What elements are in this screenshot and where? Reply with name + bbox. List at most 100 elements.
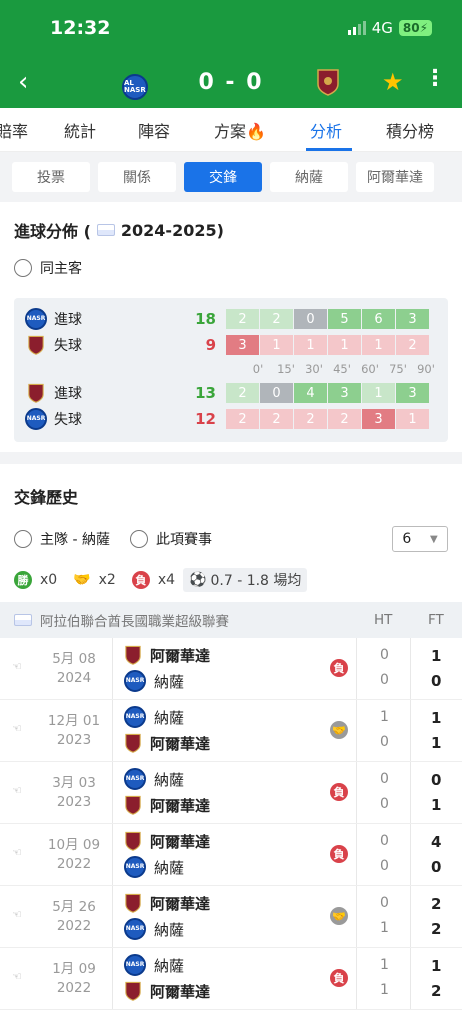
subtab-alwahda[interactable]: 阿爾華達 bbox=[356, 162, 434, 192]
swipe-hand-icon: ☜ bbox=[12, 660, 22, 673]
tab-plans-label: 方案 bbox=[214, 121, 247, 141]
subtab-relation[interactable]: 關係 bbox=[98, 162, 176, 192]
subtab-vote[interactable]: 投票 bbox=[12, 162, 90, 192]
ht-header: HT bbox=[374, 612, 393, 628]
tab-odds[interactable]: 賠率 bbox=[0, 118, 28, 142]
nasr-logo-icon: NASR bbox=[124, 954, 146, 976]
team-home: NASR 納薩 bbox=[124, 706, 184, 728]
ht-score: 0 bbox=[380, 771, 389, 787]
match-row[interactable]: ☜ 5月 08 2024 阿爾華達 NASR 納薩 負 0 0 1 0 bbox=[0, 638, 462, 700]
handshake-icon: 🤝 bbox=[73, 572, 91, 588]
team-away: NASR 納薩 bbox=[124, 918, 184, 940]
avg-goals-value: 0.7 - 1.8 場均 bbox=[210, 573, 302, 589]
home-filter-label[interactable]: 主隊 - 納薩 bbox=[40, 529, 110, 549]
ht-score: 1 bbox=[380, 709, 389, 725]
subtab-h2h[interactable]: 交鋒 bbox=[184, 162, 262, 192]
subtab-nasr[interactable]: 納薩 bbox=[270, 162, 348, 192]
goal-distribution-card: 進球分佈 ( 2024-2025) 同主客 NASR 進球 18 2 2 0 5… bbox=[0, 202, 462, 452]
dist-label: 失球 bbox=[54, 412, 82, 428]
ht-score: 0 bbox=[380, 734, 389, 750]
match-date: 5月 26 2022 bbox=[40, 898, 108, 936]
dist-cell: 1 bbox=[294, 335, 327, 355]
match-date-day: 1月 09 bbox=[52, 961, 96, 977]
same-venue-label: 同主客 bbox=[40, 261, 82, 277]
team-name: 納薩 bbox=[154, 770, 185, 789]
dropdown-arrow-icon: ▼ bbox=[429, 533, 438, 545]
match-date-day: 10月 09 bbox=[47, 837, 101, 853]
match-date-day: 12月 01 bbox=[47, 713, 101, 729]
match-row[interactable]: ☜ 10月 09 2022 阿爾華達 NASR 納薩 負 0 0 4 0 bbox=[0, 824, 462, 886]
competition-filter-label[interactable]: 此項賽事 bbox=[156, 529, 212, 549]
tab-plans[interactable]: 方案🔥 bbox=[214, 118, 266, 142]
dist-cell: 1 bbox=[362, 335, 395, 355]
match-row[interactable]: ☜ 3月 03 2023 NASR 納薩 阿爾華達 負 0 0 0 1 bbox=[0, 762, 462, 824]
match-date-year: 2022 bbox=[56, 918, 92, 934]
tab-stats[interactable]: 統計 bbox=[64, 118, 96, 142]
dist-label: 進球 bbox=[54, 312, 82, 328]
nasr-logo-icon: NASR bbox=[25, 308, 47, 330]
alwahda-logo-icon bbox=[125, 893, 141, 913]
match-date-day: 5月 26 bbox=[52, 899, 96, 915]
nasr-logo-icon: NASR bbox=[25, 408, 47, 430]
team-home: 阿爾華達 bbox=[124, 892, 210, 914]
dist-cell: 0 bbox=[260, 383, 293, 403]
match-date: 1月 09 2022 bbox=[40, 960, 108, 998]
ft-score: 4 bbox=[431, 833, 442, 851]
h2h-summary: 勝 x0 🤝 x2 負 x4 ⚽ 0.7 - 1.8 場均 bbox=[0, 558, 462, 602]
match-date-year: 2024 bbox=[56, 670, 92, 686]
swipe-hand-icon: ☜ bbox=[12, 970, 22, 983]
status-bar: 12:32 4G 80⚡ bbox=[0, 0, 462, 56]
tab-lineup[interactable]: 陣容 bbox=[138, 118, 170, 142]
away-team-logo[interactable] bbox=[316, 68, 340, 100]
avg-goals: ⚽ 0.7 - 1.8 場均 bbox=[183, 568, 308, 592]
network-label: 4G bbox=[371, 19, 393, 37]
tick-label: 90' bbox=[417, 362, 435, 376]
league-header: 阿拉伯聯合酋長國職業超級聯賽 HT FT bbox=[0, 602, 462, 638]
signal-icon bbox=[347, 21, 366, 35]
ft-score: 1 bbox=[431, 796, 442, 814]
loss-result-badge: 負 bbox=[330, 969, 348, 987]
match-date-year: 2022 bbox=[56, 856, 92, 872]
more-menu-icon[interactable]: ⋮ bbox=[424, 66, 446, 91]
radio-icon[interactable] bbox=[14, 530, 32, 548]
back-arrow-icon[interactable]: ‹ bbox=[18, 67, 48, 97]
home-team-logo[interactable]: AL NASR bbox=[122, 70, 148, 100]
dist-cell: 3 bbox=[226, 335, 259, 355]
favorite-star-icon[interactable]: ★ bbox=[382, 68, 404, 96]
active-tab-indicator bbox=[306, 148, 352, 151]
match-row[interactable]: ☜ 12月 01 2023 NASR 納薩 阿爾華達 🤝 1 0 1 1 bbox=[0, 700, 462, 762]
match-date: 12月 01 2023 bbox=[40, 712, 108, 750]
ft-score: 2 bbox=[431, 982, 442, 1000]
match-date: 10月 09 2022 bbox=[40, 836, 108, 874]
team-name: 阿爾華達 bbox=[150, 982, 211, 1001]
dist-cell: 2 bbox=[226, 409, 259, 429]
dist-cell: 2 bbox=[328, 409, 361, 429]
ht-score: 0 bbox=[380, 833, 389, 849]
match-row[interactable]: ☜ 5月 26 2022 阿爾華達 NASR 納薩 🤝 0 1 2 2 bbox=[0, 886, 462, 948]
match-count-select[interactable]: 6 ▼ bbox=[392, 526, 448, 552]
nasr-logo-icon: NASR bbox=[124, 706, 146, 728]
tick-label: 45' bbox=[333, 362, 351, 376]
fire-icon: 🔥 bbox=[246, 121, 266, 141]
team-name: 納薩 bbox=[154, 672, 185, 691]
match-date: 5月 08 2024 bbox=[40, 650, 108, 688]
swipe-hand-icon: ☜ bbox=[12, 722, 22, 735]
dist-cell: 3 bbox=[362, 409, 395, 429]
dist-cell: 3 bbox=[328, 383, 361, 403]
radio-icon[interactable] bbox=[129, 530, 148, 548]
loss-result-badge: 負 bbox=[330, 783, 348, 801]
ft-score: 0 bbox=[431, 771, 442, 789]
dist-row: NASR 進球 18 2 2 0 5 6 3 bbox=[24, 306, 440, 332]
team-home: 阿爾華達 bbox=[124, 830, 210, 852]
swipe-hand-icon: ☜ bbox=[12, 846, 22, 859]
team-name: 納薩 bbox=[154, 956, 185, 975]
tab-standings[interactable]: 積分榜 bbox=[386, 118, 434, 142]
match-date-day: 3月 03 bbox=[52, 775, 96, 791]
draw-handshake-icon: 🤝 bbox=[330, 721, 348, 739]
ht-score: 1 bbox=[380, 957, 389, 973]
tab-analysis[interactable]: 分析 bbox=[310, 118, 342, 142]
same-venue-toggle[interactable]: 同主客 bbox=[0, 252, 462, 284]
match-date-year: 2023 bbox=[56, 732, 92, 748]
match-row[interactable]: ☜ 1月 09 2022 NASR 納薩 阿爾華達 負 1 1 1 2 bbox=[0, 948, 462, 1010]
h2h-card: 交鋒歷史 主隊 - 納薩 此項賽事 6 ▼ 勝 x0 🤝 x2 負 x4 ⚽ 0.… bbox=[0, 464, 462, 1010]
